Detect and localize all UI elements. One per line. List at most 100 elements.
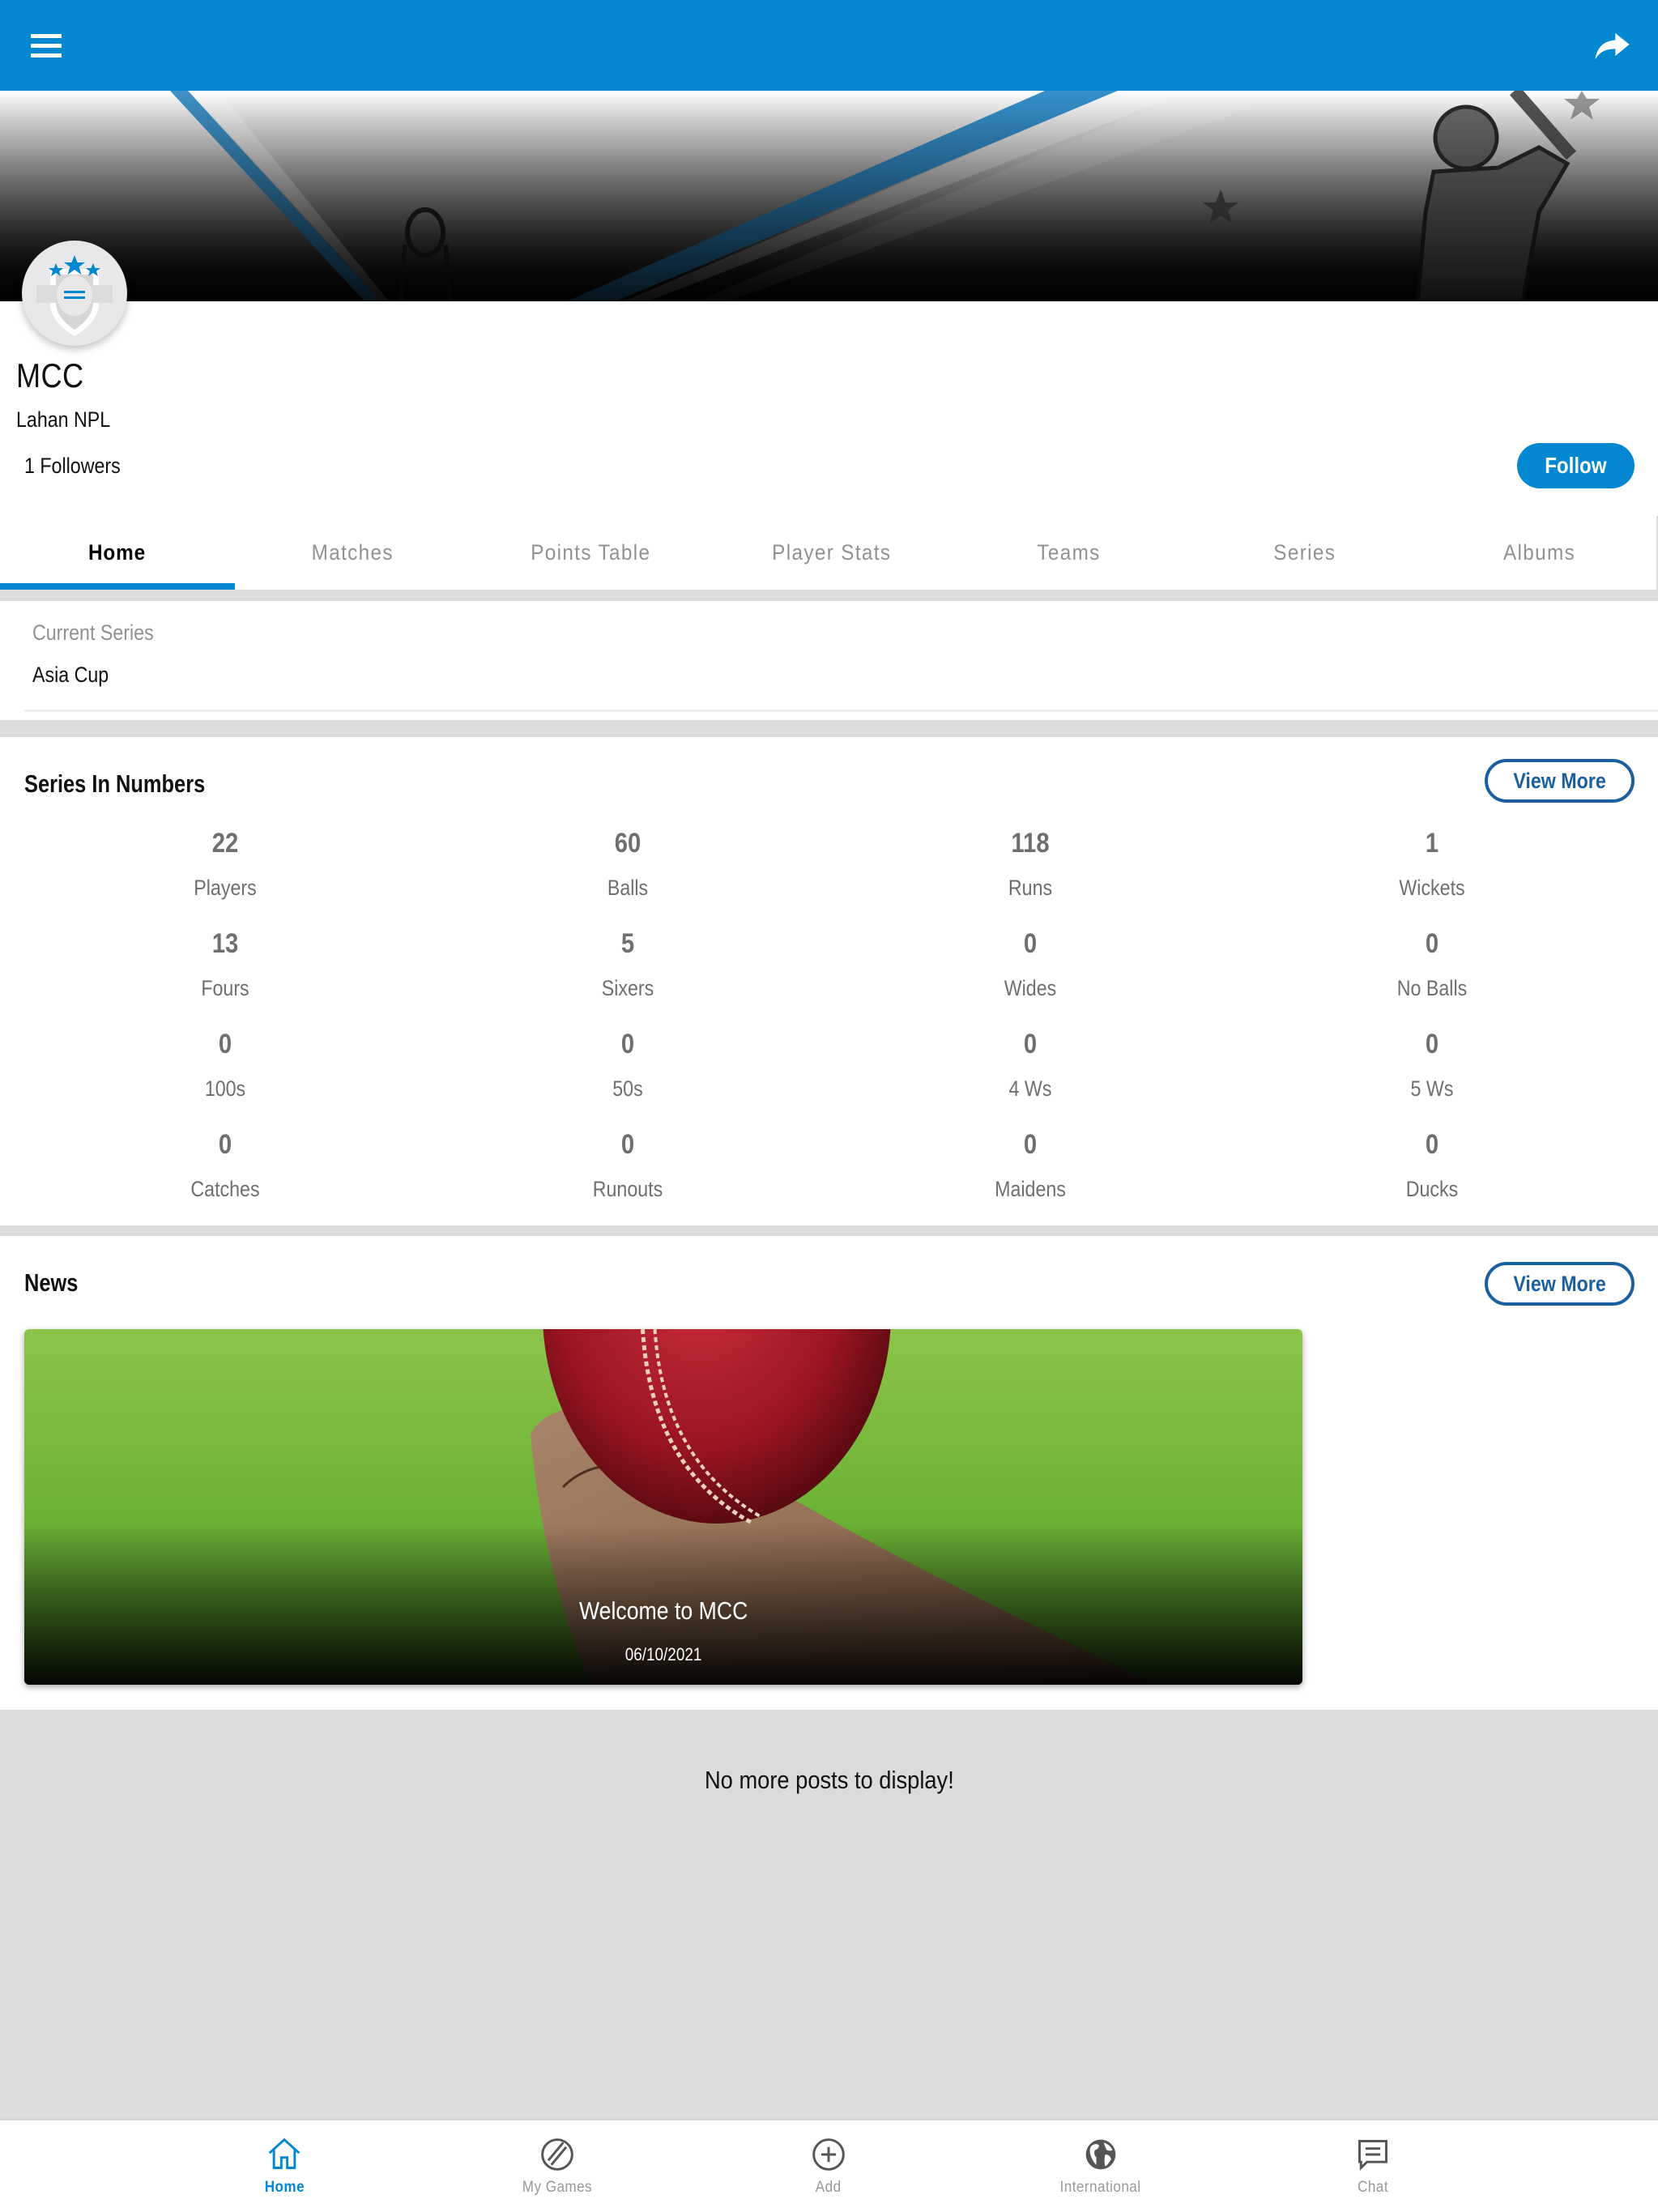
bottom-navigation: Home My Games Add International Chat xyxy=(0,2120,1658,2212)
stat-label: Ducks xyxy=(1405,1177,1459,1201)
news-card[interactable]: Welcome to MCC 06/10/2021 xyxy=(24,1329,1302,1685)
nav-home[interactable]: Home xyxy=(203,2120,365,2212)
stat-value: 0 xyxy=(1023,1129,1038,1160)
team-crest-icon xyxy=(36,255,113,336)
stat-value: 5 xyxy=(620,928,635,959)
share-arrow-icon xyxy=(1595,32,1630,60)
home-icon xyxy=(268,2137,300,2169)
nav-label: Chat xyxy=(1358,2179,1388,2196)
nav-label: My Games xyxy=(522,2179,593,2196)
stat-label: Wickets xyxy=(1399,876,1465,900)
nav-label: Add xyxy=(816,2179,842,2196)
team-location: Lahan NPL xyxy=(16,407,111,432)
stat-label: Wides xyxy=(1004,976,1057,1000)
cricket-ball-icon xyxy=(541,2138,573,2171)
follow-button[interactable]: Follow xyxy=(1517,443,1635,488)
menu-button[interactable] xyxy=(24,28,68,63)
tab-label: Points Table xyxy=(531,540,651,565)
stat-label: Runouts xyxy=(592,1177,663,1201)
stat-sixers: 5 Sixers xyxy=(506,928,749,1001)
nav-chat[interactable]: Chat xyxy=(1292,2120,1454,2212)
tab-separator xyxy=(0,590,1658,601)
stat-label: Sixers xyxy=(601,976,654,1000)
tab-teams[interactable]: Teams xyxy=(952,516,1187,590)
current-series-label: Current Series xyxy=(32,620,154,645)
follow-button-label: Follow xyxy=(1545,453,1607,478)
stat-label: Fours xyxy=(201,976,249,1000)
stat-100s: 0 100s xyxy=(104,1029,347,1102)
tab-points-table[interactable]: Points Table xyxy=(471,516,711,590)
tab-series[interactable]: Series xyxy=(1187,516,1423,590)
news-title-text: Welcome to MCC xyxy=(578,1596,748,1625)
stat-label: Balls xyxy=(607,876,649,900)
stat-value: 60 xyxy=(614,828,641,859)
nav-label: International xyxy=(1060,2179,1141,2196)
stat-50s: 0 50s xyxy=(506,1029,749,1102)
followers-count[interactable]: 1 Followers xyxy=(24,454,121,479)
current-series-card xyxy=(0,601,1658,720)
stat-ducks: 0 Ducks xyxy=(1311,1129,1554,1202)
tab-label: Albums xyxy=(1503,540,1576,565)
profile-section xyxy=(0,301,1658,516)
tab-label: Series xyxy=(1273,540,1336,565)
banner-artwork xyxy=(0,91,1658,301)
button-label: View More xyxy=(1513,768,1606,793)
stat-maidens: 0 Maidens xyxy=(909,1129,1152,1202)
end-of-feed-message: No more posts to display! xyxy=(0,1766,1658,1795)
button-label: View More xyxy=(1513,1271,1606,1296)
tab-albums[interactable]: Albums xyxy=(1423,516,1656,590)
view-more-stats-button[interactable]: View More xyxy=(1485,759,1635,803)
stat-value: 1 xyxy=(1425,828,1439,859)
stat-value: 22 xyxy=(211,828,239,859)
section-title: Series In Numbers xyxy=(24,769,206,798)
app-bar xyxy=(0,0,1658,91)
chat-icon xyxy=(1358,2140,1387,2172)
tab-label: Player Stats xyxy=(771,540,892,565)
add-circle-icon xyxy=(812,2138,845,2171)
series-in-numbers-section: Series In Numbers View More 22 Players 60 B… xyxy=(0,737,1658,1225)
stat-label: Players xyxy=(194,876,257,900)
news-date-text: 06/10/2021 xyxy=(624,1644,702,1664)
tab-matches[interactable]: Matches xyxy=(235,516,471,590)
stat-runs: 118 Runs xyxy=(909,828,1152,901)
tab-home[interactable]: Home xyxy=(0,516,235,590)
stat-label: Maidens xyxy=(995,1177,1066,1201)
stat-5-ws: 0 5 Ws xyxy=(1311,1029,1554,1102)
team-logo-avatar[interactable] xyxy=(22,241,127,346)
stat-value: 0 xyxy=(218,1029,232,1059)
stat-balls: 60 Balls xyxy=(506,828,749,901)
stat-wides: 0 Wides xyxy=(909,928,1152,1001)
stat-value: 13 xyxy=(211,928,239,959)
section-title: News xyxy=(24,1268,79,1297)
stat-label: Catches xyxy=(190,1177,260,1201)
stat-label: 5 Ws xyxy=(1410,1076,1454,1101)
stat-value: 0 xyxy=(1425,1029,1439,1059)
news-title: Welcome to MCC xyxy=(24,1596,1302,1626)
news-date: 06/10/2021 xyxy=(24,1644,1302,1665)
current-series-value[interactable]: Asia Cup xyxy=(32,663,109,688)
stat-value: 0 xyxy=(1425,928,1439,959)
nav-add[interactable]: Add xyxy=(748,2120,910,2212)
view-more-news-button[interactable]: View More xyxy=(1485,1262,1635,1306)
stat-players: 22 Players xyxy=(104,828,347,901)
tab-label: Teams xyxy=(1037,540,1102,565)
stat-value: 0 xyxy=(1425,1129,1439,1160)
stat-runouts: 0 Runouts xyxy=(506,1129,749,1202)
tab-player-stats[interactable]: Player Stats xyxy=(711,516,952,590)
stat-wickets: 1 Wickets xyxy=(1311,828,1554,901)
nav-label: Home xyxy=(264,2179,305,2196)
team-name: MCC xyxy=(16,356,84,394)
nav-my-games[interactable]: My Games xyxy=(476,2120,638,2212)
stat-4-ws: 0 4 Ws xyxy=(909,1029,1152,1102)
nav-international[interactable]: International xyxy=(1020,2120,1182,2212)
stat-no-balls: 0 No Balls xyxy=(1311,928,1554,1001)
news-image-cricket-ball-on-bat xyxy=(24,1329,1302,1685)
share-button[interactable] xyxy=(1588,24,1636,66)
stat-value: 0 xyxy=(620,1029,635,1059)
stat-label: No Balls xyxy=(1396,976,1468,1000)
stat-catches: 0 Catches xyxy=(104,1129,347,1202)
stat-value: 118 xyxy=(1011,828,1050,859)
tab-bar: Home Matches Points Table Player Stats T… xyxy=(0,516,1658,590)
stat-label: 50s xyxy=(612,1076,643,1101)
stat-value: 0 xyxy=(1023,1029,1038,1059)
